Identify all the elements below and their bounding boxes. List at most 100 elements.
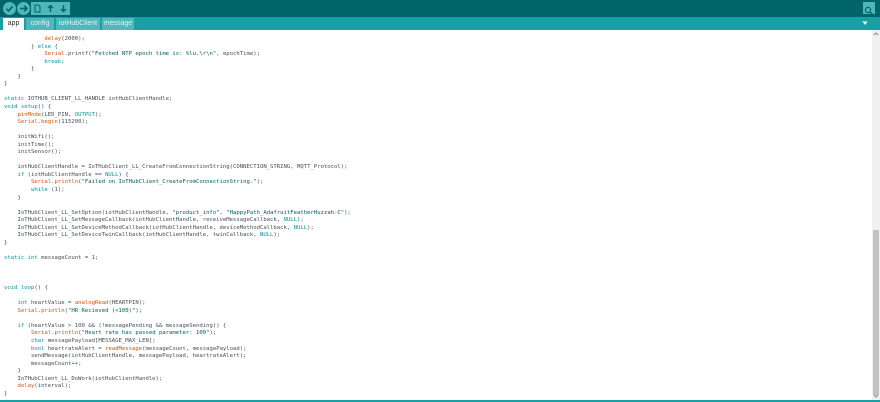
code-token: loop xyxy=(20,285,35,292)
code-token: NULL xyxy=(105,171,119,178)
editor-scrollbar[interactable] xyxy=(872,30,880,400)
code-line: } xyxy=(4,194,21,202)
code-line: } xyxy=(4,80,7,88)
code-token: heartValue = xyxy=(27,300,75,307)
code-token: "Heart rate has passed parameter: 100" xyxy=(81,330,210,337)
tab-menu-icon[interactable] xyxy=(862,20,868,26)
code-token: .printf( xyxy=(64,51,92,58)
checkmark-icon xyxy=(5,5,14,13)
code-token: (LED_PIN, xyxy=(41,111,75,118)
code-token: IoTHubClient_LL_SetDeviceMethodCallback(… xyxy=(4,224,294,231)
code-token: int xyxy=(17,300,28,307)
code-token: () { xyxy=(37,103,52,110)
new-button[interactable] xyxy=(31,2,44,15)
code-token: (messageCount, messagePayload); xyxy=(142,345,247,352)
code-token: ); xyxy=(307,224,314,231)
code-token: OUTPUT xyxy=(74,111,95,118)
code-token: (115200); xyxy=(57,119,89,126)
code-token: NULL xyxy=(259,232,274,239)
code-token: ); xyxy=(135,307,143,314)
code-token: ); xyxy=(94,111,102,118)
new-file-icon xyxy=(34,4,41,13)
code-token: ); xyxy=(273,232,281,239)
code-token: , epochTime); xyxy=(216,51,260,58)
code-token: NULL xyxy=(283,217,298,224)
open-button[interactable] xyxy=(44,2,57,15)
scroll-thumb[interactable] xyxy=(873,230,879,395)
code-token: messagePayload[MESSAGE_MAX_LEN]; xyxy=(44,338,156,344)
code-editor[interactable]: delay(2000); } else { Serial .printf("Fet… xyxy=(0,30,872,400)
code-token: println xyxy=(41,307,65,314)
code-token: Serial xyxy=(17,119,38,126)
code-token: Serial xyxy=(30,179,52,186)
code-token: "HappyPath_AdafruitFeatherHuzzah-C" xyxy=(226,209,345,216)
verify-button[interactable] xyxy=(3,2,16,15)
code-token: static xyxy=(4,254,25,261)
code-token: static xyxy=(4,96,25,103)
code-token: (interval); xyxy=(34,383,72,390)
code-token: messageCount = 1; xyxy=(37,254,99,261)
code-token: void xyxy=(4,285,18,292)
save-button[interactable] xyxy=(57,2,70,15)
toolbar xyxy=(0,0,880,17)
code-token: "Fetched NTP epoch time is: %lu.\r\n" xyxy=(91,51,217,58)
code-token: "product_info" xyxy=(172,209,220,216)
code-token: } xyxy=(4,81,8,88)
code-token: Serial xyxy=(17,307,38,314)
code-token: { xyxy=(51,43,58,50)
serial-monitor-button[interactable] xyxy=(863,2,875,15)
code-token: initWifi(); xyxy=(4,134,55,141)
code-line: Serial.begin(115200); xyxy=(4,118,88,126)
tab-iothubclient[interactable]: iotHubClient xyxy=(56,18,100,30)
code-token: ; xyxy=(61,58,65,65)
code-token: pinMode xyxy=(17,111,42,118)
code-token: ); xyxy=(344,209,351,216)
code-token: Serial xyxy=(30,330,52,337)
scroll-up-icon[interactable] xyxy=(872,30,880,38)
code-token: } xyxy=(4,73,21,80)
code-token: } xyxy=(4,66,35,73)
code-line: static int messageCount = 1; xyxy=(4,254,98,262)
code-token: iotHubClientHandle = IoTHubClient_LL_Cre… xyxy=(4,164,348,171)
code-token: } xyxy=(4,194,21,201)
code-token: (2000); xyxy=(61,36,85,42)
code-token: () { xyxy=(34,285,48,292)
code-token: void xyxy=(4,103,18,110)
code-token: else xyxy=(37,43,52,50)
code-token: break xyxy=(44,58,62,65)
tab-bar: app config iotHubClient message xyxy=(0,17,880,30)
code-token: (heartValue > 100 && (!messagePending &&… xyxy=(24,322,227,329)
code-token: NULL xyxy=(293,224,308,231)
arrow-down-icon xyxy=(60,5,67,13)
tab-message[interactable]: message xyxy=(102,18,134,30)
tab-config[interactable]: config xyxy=(26,18,54,30)
code-token: (HEARTPIN); xyxy=(108,300,146,307)
arrow-up-icon xyxy=(47,4,54,12)
code-token: } xyxy=(4,239,8,246)
code-token: analogRead xyxy=(74,300,109,307)
code-line: delay(interval); xyxy=(4,382,71,390)
code-token: IoTHubClient_LL_SetDeviceTwinCallback(io… xyxy=(4,232,260,239)
tab-app[interactable]: app xyxy=(3,18,24,30)
code-token: while xyxy=(30,187,48,193)
upload-button[interactable] xyxy=(17,2,30,15)
code-token: "Failed on IoTHubClient_CreateFromConnec… xyxy=(81,179,257,186)
code-token: IoTHubClient_LL_SetMessageCallback(iotHu… xyxy=(4,217,284,224)
code-token: delay xyxy=(44,36,62,42)
scroll-down-icon[interactable] xyxy=(872,392,880,400)
code-token: readMessage xyxy=(105,345,143,352)
code-line: Serial.println("HR Recieved (<100)"); xyxy=(4,307,142,315)
code-token: (1); xyxy=(47,187,65,193)
code-line: } xyxy=(4,239,7,247)
